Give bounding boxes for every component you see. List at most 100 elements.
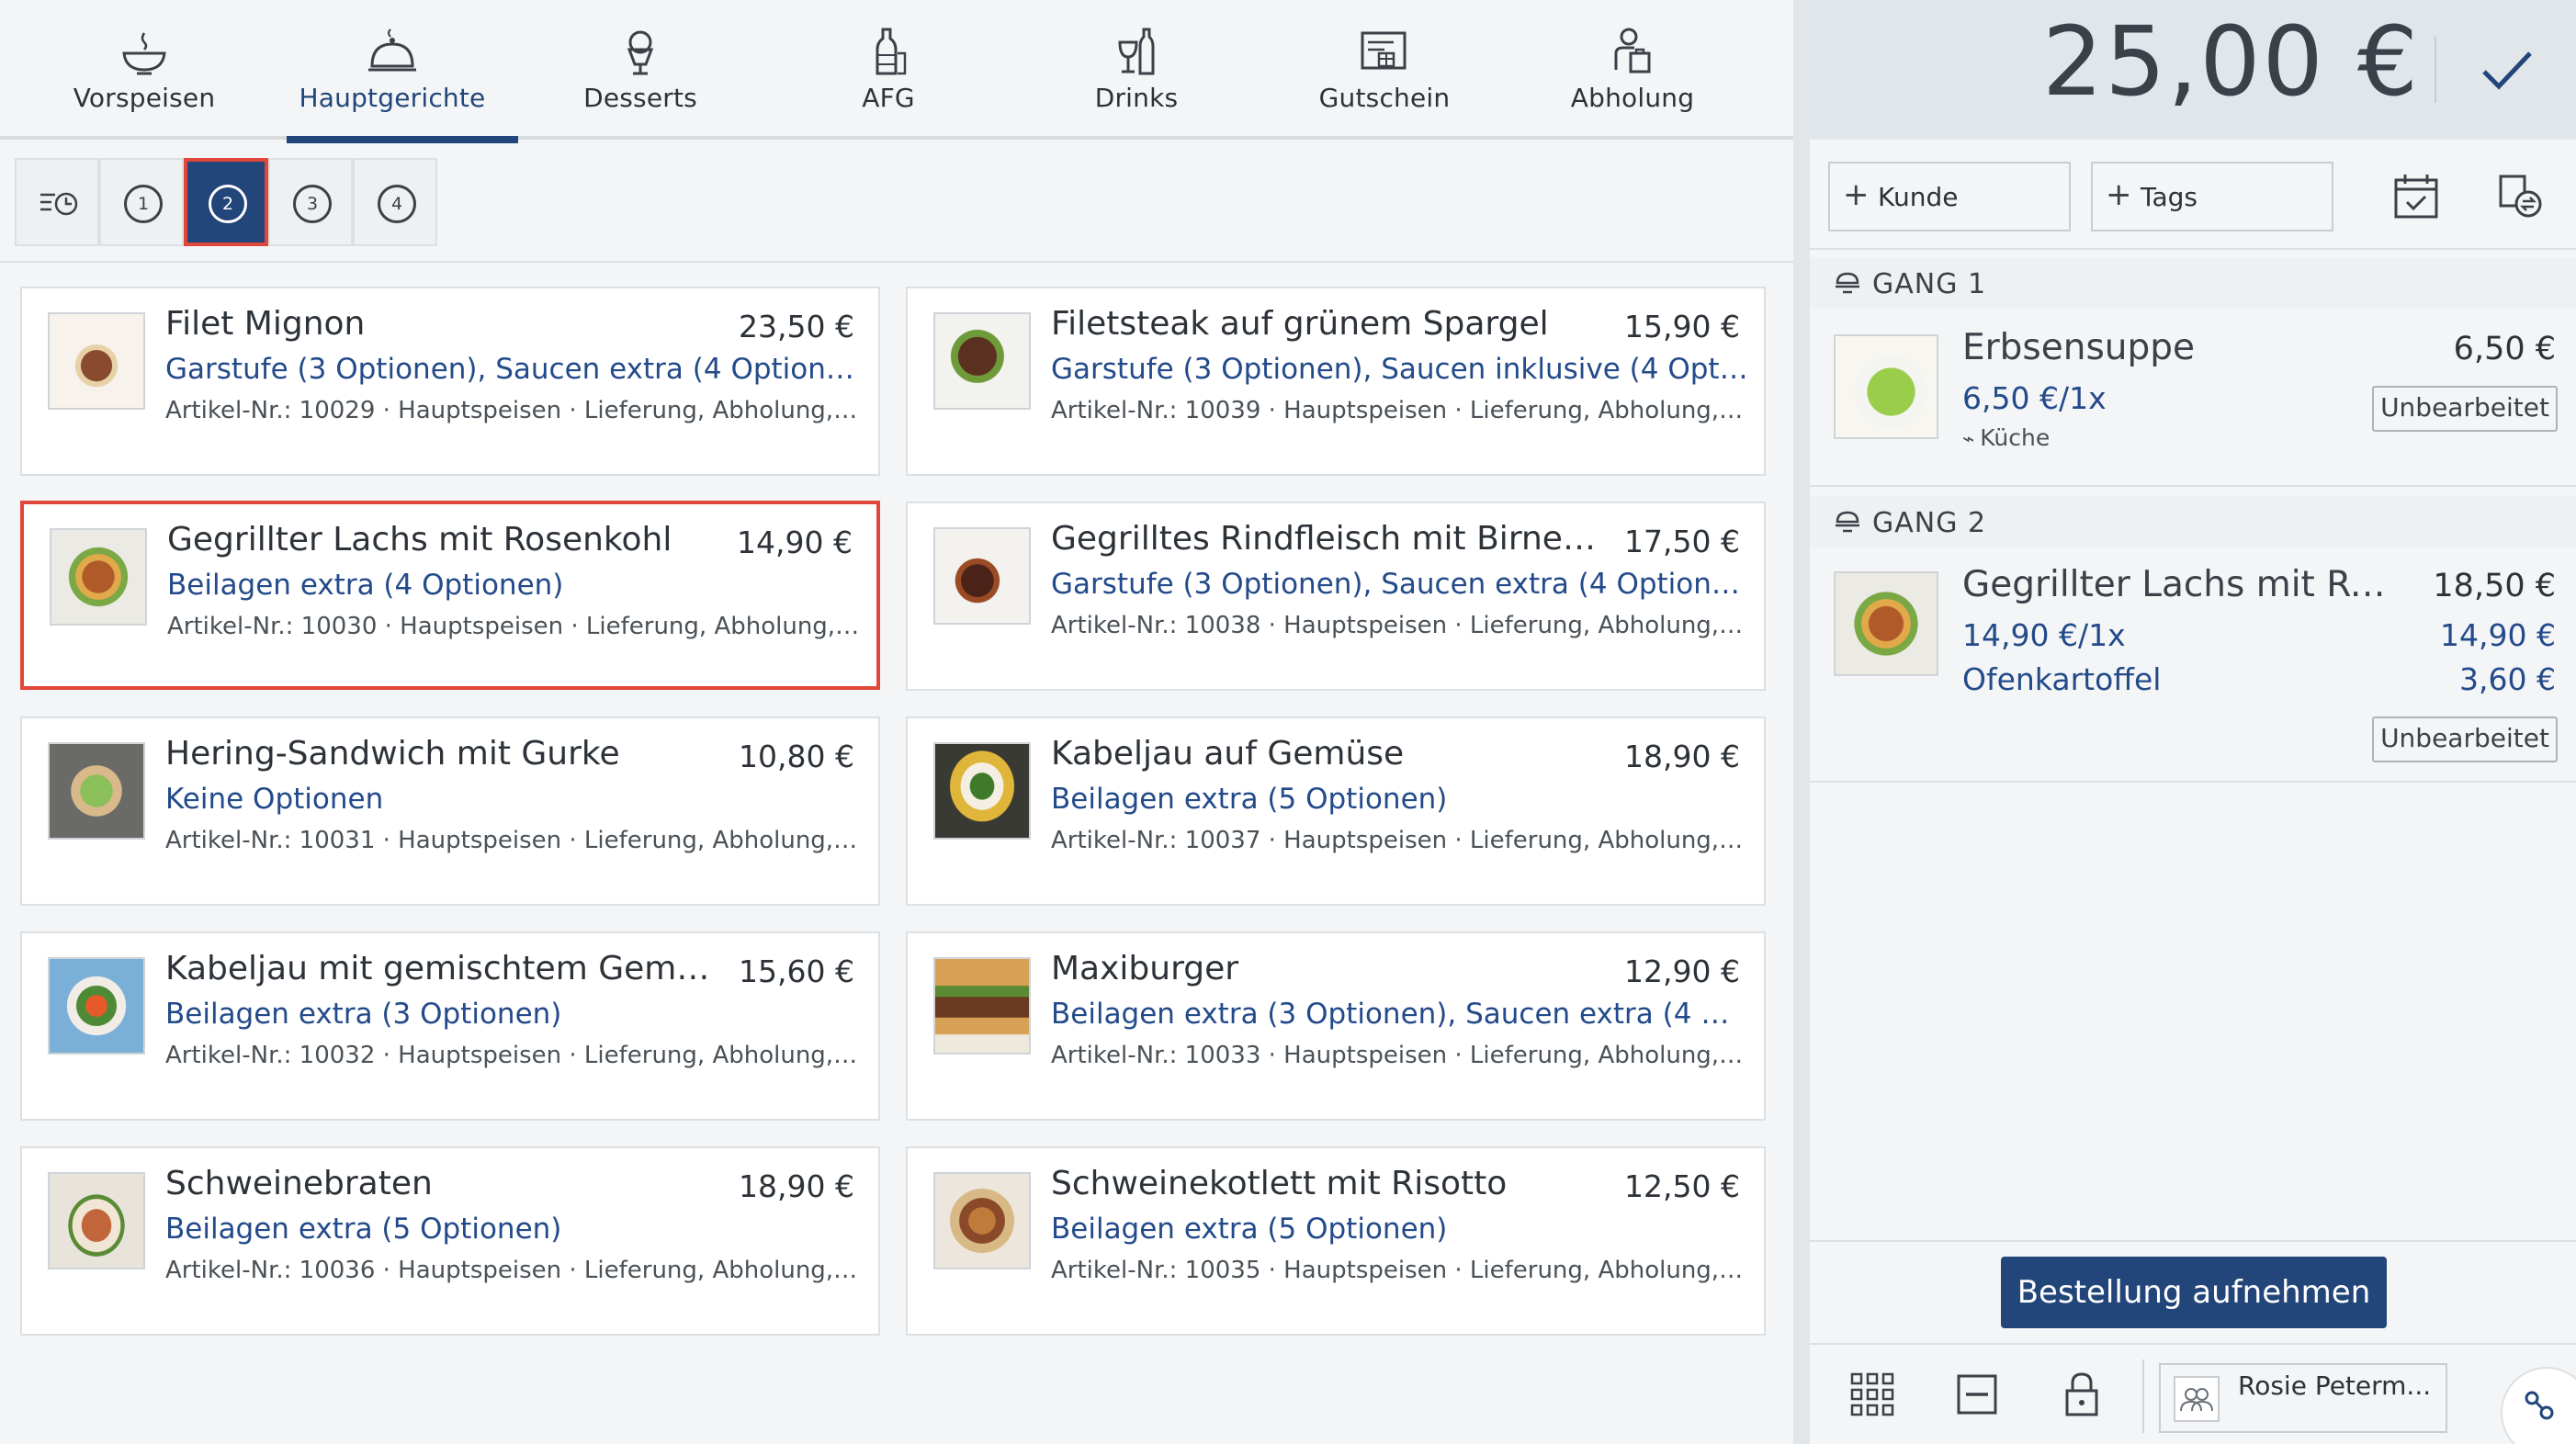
sort-by-time-button[interactable] [15, 158, 99, 246]
product-image [48, 957, 145, 1055]
product-card[interactable]: Hering-Sandwich mit Gurke 10,80 € Keine … [20, 716, 880, 906]
tab-hauptgerichte[interactable]: Hauptgerichte [268, 0, 518, 143]
lock-icon[interactable] [2056, 1369, 2107, 1420]
station-icon: ⌁ [1962, 428, 1975, 451]
order-item-name: Erbsensuppe [1962, 327, 2196, 368]
status-badge[interactable]: Unbearbeitet [2372, 386, 2558, 432]
tab-label: Drinks [1094, 83, 1179, 113]
cloche-icon [368, 28, 416, 72]
order-total-bar: 25,00 € [1810, 0, 2576, 140]
order-item-image [1834, 571, 1938, 676]
course-1-button[interactable]: 1 [99, 158, 184, 246]
course-header-2: GANG 2 [1810, 496, 2576, 547]
calendar-check-icon[interactable] [2390, 171, 2442, 222]
tab-label: AFG [862, 83, 915, 113]
product-price: 23,50 € [739, 309, 854, 344]
settings-corner-button[interactable] [2501, 1367, 2576, 1444]
course-label: GANG 2 [1872, 507, 1987, 539]
divider [1810, 1240, 2576, 1242]
product-name: Kabeljau auf Gemüse [1051, 735, 1405, 773]
product-price: 18,90 € [739, 1168, 854, 1204]
divider [0, 261, 1793, 263]
product-image [48, 312, 145, 410]
plus-icon: + [1843, 176, 1870, 213]
product-image [48, 1172, 145, 1269]
order-item-price: 18,50 € [2433, 568, 2556, 604]
course-number: 4 [378, 185, 416, 223]
product-name: Gegrilltes Rindfleisch mit Birne und F..… [1051, 520, 1602, 558]
product-image [48, 742, 145, 840]
course-icon [1836, 272, 1859, 294]
tab-vorspeisen[interactable]: Vorspeisen [20, 0, 268, 140]
tab-desserts[interactable]: Desserts [516, 0, 764, 140]
order-item-name: Gegrillter Lachs mit Rose... [1962, 564, 2403, 605]
product-options: Garstufe (3 Optionen), Saucen inklusive … [1051, 353, 1749, 386]
tab-drinks[interactable]: Drinks [1012, 0, 1260, 140]
product-price: 18,90 € [1624, 739, 1740, 774]
status-badge[interactable]: Unbearbeitet [2372, 716, 2558, 762]
product-price: 17,50 € [1624, 524, 1740, 559]
wine-glass-icon [1118, 28, 1155, 75]
group-icon [2180, 1388, 2213, 1412]
course-label: GANG 1 [1872, 268, 1987, 300]
product-card[interactable]: Schweinekotlett mit Risotto 12,50 € Beil… [906, 1146, 1766, 1336]
course-number: 3 [293, 185, 332, 223]
soup-bowl-icon [122, 32, 166, 75]
course-2-button[interactable]: 2 [184, 158, 268, 246]
product-name: Maxiburger [1051, 950, 1239, 987]
product-card[interactable]: Filetsteak auf grünem Spargel 15,90 € Ga… [906, 287, 1766, 476]
sort-clock-icon [40, 192, 78, 216]
tab-label: Desserts [583, 83, 697, 113]
staff-selector[interactable]: Rosie Peterm... [2159, 1363, 2447, 1433]
divider [1810, 248, 2576, 250]
product-image [933, 742, 1031, 840]
product-options: Garstufe (3 Optionen), Saucen extra (4 O… [165, 353, 864, 386]
product-card[interactable]: Kabeljau mit gemischtem Gemüse 15,60 € B… [20, 931, 880, 1121]
course-3-button[interactable]: 3 [268, 158, 353, 246]
product-card[interactable]: Gegrilltes Rindfleisch mit Birne und F..… [906, 502, 1766, 691]
ice-cream-icon [627, 30, 654, 75]
confirm-check-icon[interactable] [2473, 40, 2539, 99]
add-tags-button[interactable]: + Tags [2091, 162, 2333, 231]
order-item-unit: 6,50 €/1x [1962, 380, 2107, 416]
order-pane: 25,00 € + Kunde + Tags GANG 1 Erbsensupp… [1810, 0, 2576, 1444]
product-meta: Artikel-Nr.: 10037 · Hauptspeisen · Lief… [1051, 827, 1749, 854]
product-card[interactable]: Filet Mignon 23,50 € Garstufe (3 Optione… [20, 287, 880, 476]
grid-icon[interactable] [1847, 1369, 1898, 1420]
add-customer-button[interactable]: + Kunde [1828, 162, 2071, 231]
product-options: Beilagen extra (5 Optionen) [1051, 1213, 1448, 1246]
product-name: Gegrillter Lachs mit Rosenkohl [167, 521, 672, 558]
product-price: 12,90 € [1624, 953, 1740, 989]
place-order-button[interactable]: Bestellung aufnehmen [2001, 1257, 2387, 1328]
product-card[interactable]: Gegrillter Lachs mit Rosenkohl 14,90 € B… [20, 501, 880, 690]
product-card[interactable]: Schweinebraten 18,90 € Beilagen extra (5… [20, 1146, 880, 1336]
kitchen-station: ⌁ Küche [1962, 424, 2050, 451]
course-4-button[interactable]: 4 [353, 158, 437, 246]
tab-gutschein[interactable]: Gutschein [1260, 0, 1508, 140]
order-item[interactable]: Gegrillter Lachs mit Rose... 18,50 € 14,… [1810, 547, 2576, 783]
product-meta: Artikel-Nr.: 10036 · Hauptspeisen · Lief… [165, 1257, 864, 1284]
product-options: Beilagen extra (5 Optionen) [165, 1213, 562, 1246]
product-name: Kabeljau mit gemischtem Gemüse [165, 950, 717, 987]
minus-box-icon[interactable] [1951, 1369, 2003, 1420]
category-tabs: Vorspeisen Hauptgerichte Desserts AFG Dr… [0, 0, 1793, 143]
product-price: 12,50 € [1624, 1168, 1740, 1204]
product-name: Hering-Sandwich mit Gurke [165, 735, 620, 773]
station-label: Küche [1980, 424, 2051, 451]
product-name: Filet Mignon [165, 305, 366, 343]
tab-abholung[interactable]: Abholung [1508, 0, 1757, 140]
order-item-extra-price: 3,60 € [2459, 661, 2556, 697]
order-item-price: 6,50 € [2453, 331, 2556, 367]
transfer-order-icon[interactable] [2495, 171, 2547, 222]
product-meta: Artikel-Nr.: 10038 · Hauptspeisen · Lief… [1051, 612, 1749, 639]
product-card[interactable]: Kabeljau auf Gemüse 18,90 € Beilagen ext… [906, 716, 1766, 906]
product-meta: Artikel-Nr.: 10031 · Hauptspeisen · Lief… [165, 827, 864, 854]
tab-afg[interactable]: AFG [764, 0, 1012, 140]
product-meta: Artikel-Nr.: 10032 · Hauptspeisen · Lief… [165, 1042, 864, 1069]
order-item[interactable]: Erbsensuppe 6,50 € 6,50 €/1x ⌁ Küche Unbe… [1810, 309, 2576, 487]
product-image [50, 528, 147, 626]
product-meta: Artikel-Nr.: 10035 · Hauptspeisen · Lief… [1051, 1257, 1749, 1284]
product-card[interactable]: Maxiburger 12,90 € Beilagen extra (3 Opt… [906, 931, 1766, 1121]
tab-label: Abholung [1570, 83, 1695, 113]
plus-icon: + [2106, 176, 2132, 213]
